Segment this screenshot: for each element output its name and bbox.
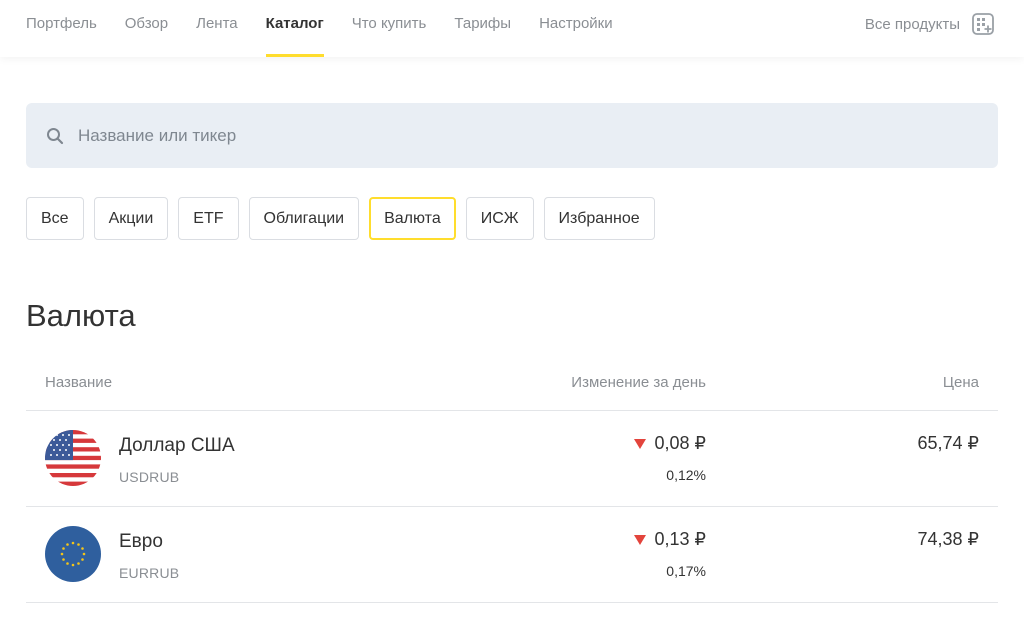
search-bar xyxy=(26,103,998,168)
currency-ticker: USDRUB xyxy=(119,469,180,485)
search-icon xyxy=(46,127,64,145)
table-row[interactable]: Евро EURRUB 0,13 ₽ 0,17% 74,38 ₽ xyxy=(26,507,998,603)
day-change-value: 0,08 ₽ xyxy=(654,433,707,453)
filter-bonds[interactable]: Облигации xyxy=(248,197,360,240)
table-header: Название Изменение за день Цена xyxy=(26,360,998,411)
eu-flag-icon xyxy=(45,526,101,582)
filter-chips: Все Акции ETF Облигации Валюта ИСЖ Избра… xyxy=(26,197,665,240)
tab-overview[interactable]: Обзор xyxy=(125,0,168,57)
filter-all[interactable]: Все xyxy=(26,197,84,240)
all-products-button[interactable]: Все продукты xyxy=(865,13,994,35)
currency-price: 65,74 ₽ xyxy=(917,433,980,453)
top-navigation: Портфель Обзор Лента Каталог Что купить … xyxy=(0,0,1024,57)
nav-tabs: Портфель Обзор Лента Каталог Что купить … xyxy=(26,0,641,57)
tab-feed[interactable]: Лента xyxy=(196,0,238,57)
arrow-down-icon xyxy=(633,534,646,545)
tab-tariffs[interactable]: Тарифы xyxy=(454,0,511,57)
column-header-change[interactable]: Изменение за день xyxy=(571,374,706,391)
tab-catalog[interactable]: Каталог xyxy=(265,0,324,57)
day-change: 0,13 ₽ xyxy=(633,529,707,550)
arrow-down-icon xyxy=(633,438,646,449)
day-change: 0,08 ₽ xyxy=(633,433,707,454)
filter-currency[interactable]: Валюта xyxy=(369,197,456,240)
filter-etf[interactable]: ETF xyxy=(178,197,239,240)
tab-portfolio[interactable]: Портфель xyxy=(26,0,97,57)
filter-isz[interactable]: ИСЖ xyxy=(465,197,534,240)
filter-favorites[interactable]: Избранное xyxy=(543,197,655,240)
currency-table: Название Изменение за день Цена Доллар С… xyxy=(26,360,998,603)
column-header-price[interactable]: Цена xyxy=(943,374,979,391)
currency-ticker: EURRUB xyxy=(119,565,180,581)
tab-settings[interactable]: Настройки xyxy=(539,0,613,57)
day-change-percent: 0,17% xyxy=(666,563,706,579)
search-input[interactable] xyxy=(78,125,938,146)
grid-plus-icon xyxy=(972,13,994,35)
all-products-label: Все продукты xyxy=(864,15,960,33)
column-header-name[interactable]: Название xyxy=(45,374,112,391)
day-change-percent: 0,12% xyxy=(666,467,706,483)
us-flag-icon xyxy=(45,430,101,486)
filter-stocks[interactable]: Акции xyxy=(93,197,169,240)
page-title: Валюта xyxy=(26,298,136,333)
currency-name: Евро xyxy=(119,531,163,552)
currency-price: 74,38 ₽ xyxy=(917,529,980,549)
day-change-value: 0,13 ₽ xyxy=(654,529,707,549)
currency-name: Доллар США xyxy=(119,435,235,456)
tab-what-to-buy[interactable]: Что купить xyxy=(352,0,427,57)
table-row[interactable]: Доллар США USDRUB 0,08 ₽ 0,12% 65,74 ₽ xyxy=(26,411,998,507)
